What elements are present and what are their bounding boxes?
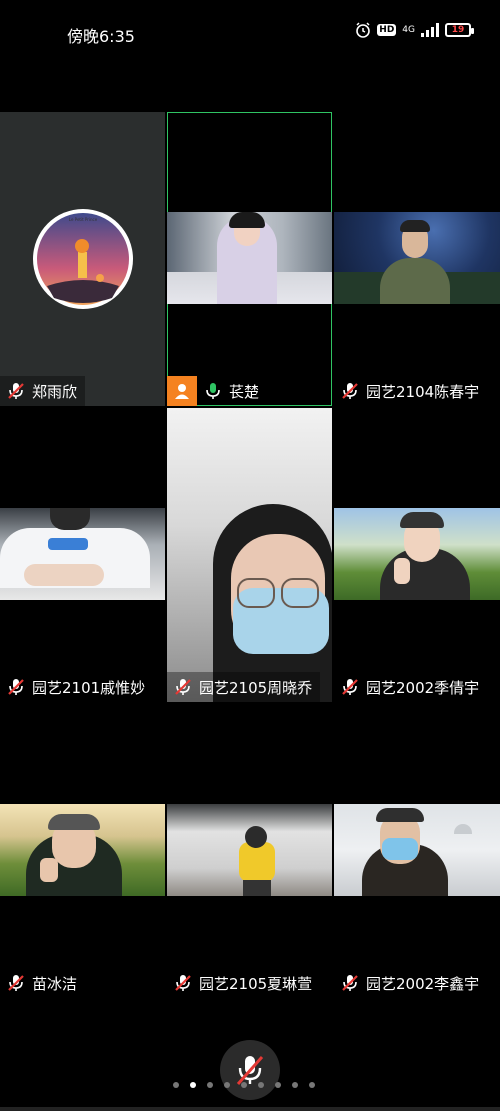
host-avatar-icon <box>167 376 197 406</box>
status-bar: 傍晚6:35 HD 4G 19 <box>0 0 500 64</box>
participant-label: 郑雨欣 <box>0 376 86 406</box>
page-dot[interactable] <box>275 1082 281 1088</box>
participant-tile[interactable]: 园艺2101戚惟妙 <box>0 408 165 702</box>
status-icons: HD 4G 19 <box>355 22 474 38</box>
participant-label: 园艺2104陈春宇 <box>334 376 488 406</box>
participant-name: 郑雨欣 <box>32 382 78 401</box>
mic-muted-icon <box>175 679 191 695</box>
status-time: 傍晚6:35 <box>67 27 135 46</box>
page-dot[interactable] <box>241 1082 247 1088</box>
page-dot[interactable] <box>190 1082 196 1088</box>
page-dot[interactable] <box>173 1082 179 1088</box>
participant-label: 苗冰洁 <box>0 968 86 998</box>
participant-video <box>167 212 332 304</box>
mute-microphone-button[interactable] <box>220 1040 280 1100</box>
participant-name: 园艺2101戚惟妙 <box>32 678 146 697</box>
participant-name: 园艺2105夏琳萱 <box>199 974 313 993</box>
participant-video <box>167 804 332 896</box>
participant-label: 园艺2002李鑫宇 <box>334 968 488 998</box>
participant-label: 园艺2101戚惟妙 <box>0 672 154 702</box>
mic-muted-icon <box>175 975 191 991</box>
mic-muted-icon <box>342 975 358 991</box>
participant-tile[interactable]: 苗冰洁 <box>0 704 165 998</box>
participant-label: 苌楚 <box>167 376 267 406</box>
participant-tile[interactable]: 园艺2104陈春宇 <box>334 112 500 406</box>
mic-muted-icon <box>8 679 24 695</box>
participant-tile[interactable]: 园艺2002季倩宇 <box>334 408 500 702</box>
page-dot[interactable] <box>258 1082 264 1088</box>
participant-name: 园艺2002季倩宇 <box>366 678 480 697</box>
battery-level: 19 <box>451 25 465 35</box>
participant-name: 苌楚 <box>229 382 260 401</box>
mic-muted-icon <box>342 679 358 695</box>
participant-video <box>0 508 165 600</box>
mic-muted-icon <box>342 383 358 399</box>
avatar-caption: Le Petit Prince <box>69 217 98 222</box>
participant-video <box>167 408 332 702</box>
participant-tile[interactable]: 园艺2105夏琳萱 <box>167 704 332 998</box>
participant-name: 园艺2002李鑫宇 <box>366 974 480 993</box>
participant-avatar: Le Petit Prince <box>33 209 133 309</box>
mic-muted-icon <box>8 975 24 991</box>
participant-label: 园艺2105夏琳萱 <box>167 968 321 998</box>
mic-active-icon <box>206 383 220 399</box>
alarm-icon <box>356 22 371 38</box>
participant-tile-active-speaker[interactable]: 苌楚 <box>167 112 332 406</box>
participant-video <box>334 508 500 600</box>
home-indicator <box>0 1107 500 1111</box>
participant-name: 园艺2104陈春宇 <box>366 382 480 401</box>
battery-icon: 19 <box>445 23 474 37</box>
participant-label: 园艺2105周晓乔 <box>167 672 321 702</box>
page-dot[interactable] <box>309 1082 315 1088</box>
page-dot[interactable] <box>224 1082 230 1088</box>
participant-video <box>334 212 500 304</box>
network-type: 4G <box>402 24 415 35</box>
participant-video <box>0 804 165 896</box>
page-indicator <box>173 1082 315 1088</box>
page-dot[interactable] <box>292 1082 298 1088</box>
participant-video <box>334 804 500 896</box>
page-dot[interactable] <box>207 1082 213 1088</box>
signal-icon <box>421 23 439 37</box>
hd-voice-icon: HD <box>377 24 397 36</box>
participant-name: 苗冰洁 <box>32 974 78 993</box>
participant-tile[interactable]: 园艺2105周晓乔 <box>167 408 332 702</box>
participant-label: 园艺2002季倩宇 <box>334 672 488 702</box>
participant-tile[interactable]: Le Petit Prince 郑雨欣 <box>0 112 165 406</box>
participant-tile[interactable]: 园艺2002李鑫宇 <box>334 704 500 998</box>
mic-muted-icon <box>8 383 24 399</box>
participant-name: 园艺2105周晓乔 <box>199 678 313 697</box>
